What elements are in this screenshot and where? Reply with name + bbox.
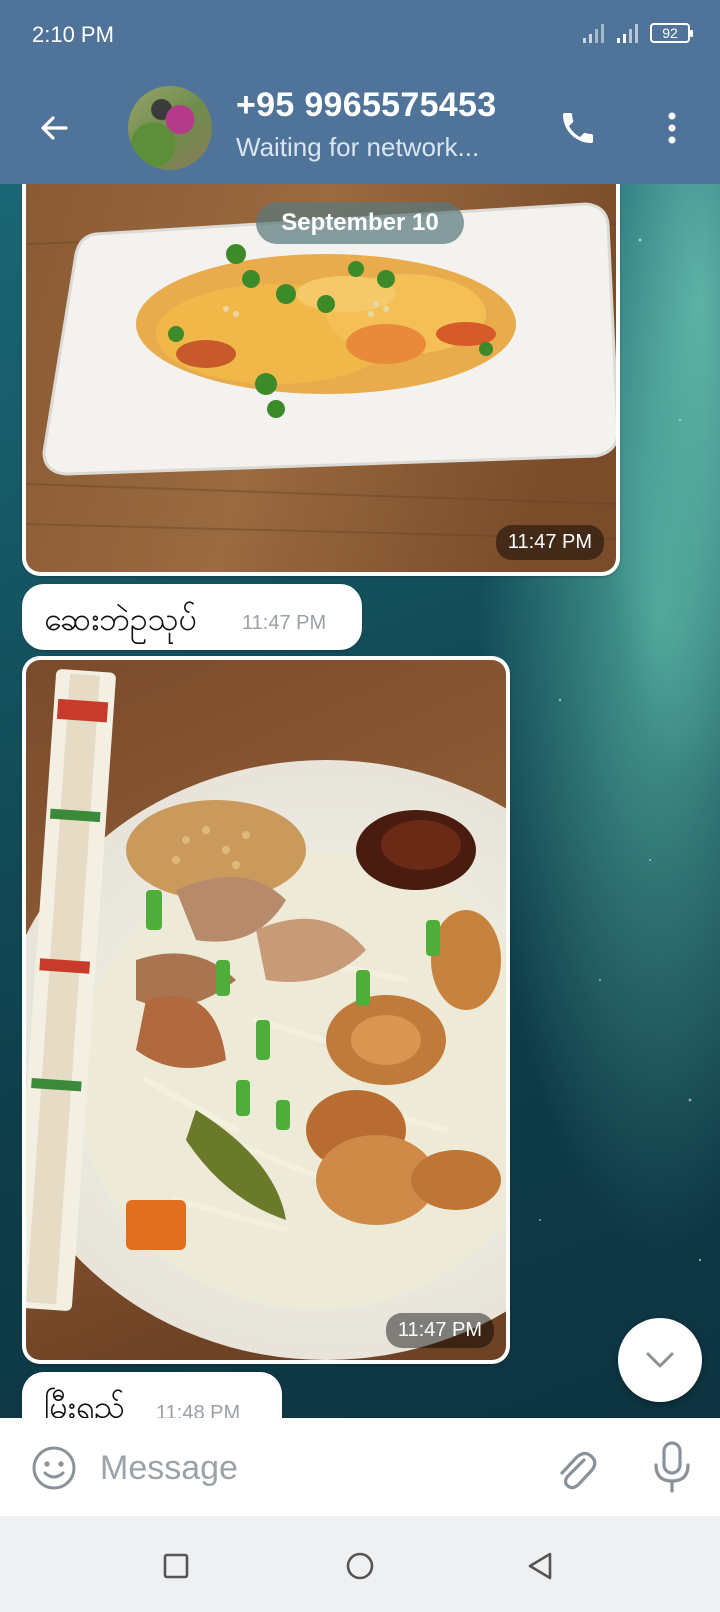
avatar[interactable]	[128, 86, 212, 170]
contact-name[interactable]: +95 9965575453	[236, 86, 496, 125]
noodle-photo-image	[26, 660, 506, 1360]
contact-status: Waiting for network...	[236, 132, 480, 162]
more-vertical-icon	[668, 112, 676, 144]
chevron-down-icon	[646, 1352, 674, 1368]
triangle-back-icon	[528, 1552, 552, 1580]
voice-message-button[interactable]	[646, 1440, 698, 1496]
message-composer	[0, 1418, 720, 1516]
home-button[interactable]	[336, 1542, 384, 1590]
back-button[interactable]	[28, 102, 80, 154]
message-time: 11:47 PM	[242, 612, 327, 634]
system-nav-bar	[0, 1516, 720, 1612]
message-text: ဆေးဘဲဥသုပ်	[44, 601, 197, 637]
status-time: 2:10 PM	[32, 22, 114, 47]
status-icons: 92	[582, 22, 693, 44]
battery-icon: 92	[650, 23, 693, 43]
message-time: 11:47 PM	[385, 1313, 494, 1348]
message-input[interactable]	[98, 1440, 532, 1496]
date-separator: September 10	[256, 202, 464, 244]
chat-header: +95 9965575453 Waiting for network...	[0, 72, 720, 184]
smiley-icon	[32, 1446, 76, 1490]
paperclip-icon	[560, 1451, 597, 1490]
text-message[interactable]: ဆေးဘဲဥသုပ် 11:47 PM	[22, 584, 362, 650]
attach-button[interactable]	[548, 1442, 604, 1498]
food-photo[interactable]	[26, 660, 506, 1360]
recents-button[interactable]	[152, 1542, 200, 1590]
square-icon	[163, 1553, 189, 1579]
signal-icon-2	[617, 24, 638, 43]
status-bar: 2:10 PM 92	[0, 0, 720, 72]
circle-icon	[346, 1552, 374, 1580]
back-nav-button[interactable]	[516, 1542, 564, 1590]
emoji-button[interactable]	[28, 1442, 80, 1494]
photo-message[interactable]: 11:47 PM	[22, 656, 510, 1364]
battery-level: 92	[662, 25, 678, 41]
call-button[interactable]	[552, 102, 604, 154]
phone-icon	[563, 113, 593, 143]
signal-icon	[583, 24, 604, 43]
microphone-icon	[654, 1441, 690, 1493]
arrow-left-icon	[41, 116, 68, 140]
message-time: 11:47 PM	[495, 525, 604, 560]
scroll-to-bottom-button[interactable]	[618, 1318, 702, 1402]
more-menu-button[interactable]	[646, 102, 698, 154]
